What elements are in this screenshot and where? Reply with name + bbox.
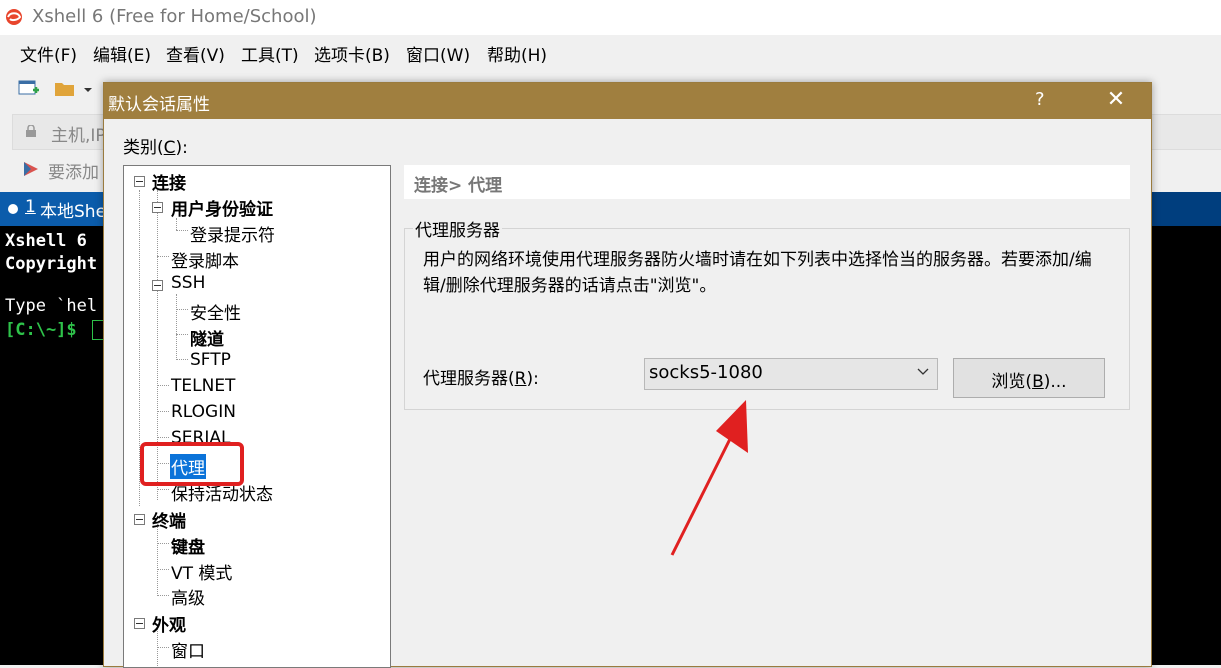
collapse-icon[interactable] [134,618,145,629]
tree-item-security[interactable]: 安全性 [190,299,241,324]
tree-line [157,489,169,490]
tree-item-login-prompts[interactable]: 登录提示符 [190,221,275,246]
tree-item-vt-modes[interactable]: VT 模式 [171,559,232,584]
tree-item-login-scripts[interactable]: 登录脚本 [171,247,239,272]
proxy-description: 用户的网络环境使用代理服务器防火墙时请在如下列表中选择恰当的服务器。若要添加/编… [423,250,1092,296]
collapse-icon[interactable] [152,280,163,291]
proxy-server-group: 代理服务器 用户的网络环境使用代理服务器防火墙时请在如下列表中选择恰当的服务器。… [404,216,1130,410]
breadcrumb-text: 连接> 代理 [414,176,503,196]
tree-item-appearance[interactable]: 外观 [152,611,186,636]
tree-line [157,256,169,257]
dialog-title: 默认会话属性 [108,95,210,115]
tab-label: 本地She [40,202,107,222]
tree-item-window[interactable]: 窗口 [171,637,205,662]
tree-line [157,595,169,596]
menu-window[interactable]: 窗口(W) [406,41,470,66]
xshell-logo-icon [6,9,22,25]
collapse-icon[interactable] [134,176,145,187]
menu-tools[interactable]: 工具(T) [241,41,299,66]
tree-line [176,359,188,360]
tab-status-icon [8,204,18,214]
bookmark-arrow-icon[interactable] [22,160,40,178]
open-folder-icon[interactable] [54,79,76,99]
tree-item-keyboard[interactable]: 键盘 [171,533,205,558]
tree-line [176,309,188,310]
app-title: Xshell 6 (Free for Home/School) [32,6,317,27]
breadcrumb: 连接> 代理 [404,165,1130,199]
terminal-line: Copyright [5,254,98,274]
tree-line [176,294,177,358]
chevron-down-icon[interactable] [82,79,94,99]
category-label: 类别(C): [123,138,188,158]
tree-item-ssh[interactable]: SSH [171,273,205,293]
proxy-server-label: 代理服务器(R): [423,369,539,389]
tree-line [157,524,158,596]
collapse-icon[interactable] [152,202,163,213]
new-session-icon[interactable] [18,79,40,99]
tree-line [157,385,169,386]
browse-button[interactable]: 浏览(B)... [953,358,1105,398]
tree-line [157,647,169,648]
menu-file[interactable]: 文件(F) [20,41,77,66]
terminal-line: Xshell 6 [5,231,87,251]
tree-item-telnet[interactable]: TELNET [171,376,235,396]
tab-number: 1 [25,197,36,217]
highlight-box [140,442,244,486]
tree-line [157,569,169,570]
menu-edit[interactable]: 编辑(E) [93,41,151,66]
menu-tabs[interactable]: 选项卡(B) [314,41,390,66]
tree-item-authentication[interactable]: 用户身份验证 [171,195,273,220]
address-placeholder: 主机,IP [51,126,106,146]
close-button[interactable]: ✕ [1102,87,1130,112]
lock-icon [26,125,36,137]
tree-line [157,411,169,412]
session-properties-dialog: 默认会话属性 ? ✕ 类别(C): 连接 用户身份验证 登录提示符 登录脚本 S… [103,82,1152,668]
app-titlebar: Xshell 6 (Free for Home/School) [0,0,1221,35]
tree-item-sftp[interactable]: SFTP [190,350,231,370]
links-text: 要添加 [48,163,99,183]
tree-item-rlogin[interactable]: RLOGIN [171,402,236,422]
tree-line [176,334,188,335]
help-button[interactable]: ? [1035,89,1045,110]
terminal-line: Type `hel [5,296,98,316]
tree-line [176,230,188,231]
browse-button-label: 浏览(B)... [991,372,1067,392]
proxy-server-select[interactable]: socks5-1080 [644,358,938,390]
menu-view[interactable]: 查看(V) [166,41,225,66]
dialog-titlebar[interactable]: 默认会话属性 ? ✕ [104,83,1151,119]
tree-item-terminal[interactable]: 终端 [152,507,186,532]
category-tree[interactable]: 连接 用户身份验证 登录提示符 登录脚本 SSH 安全性 隧道 SFTP TEL… [123,165,391,668]
tree-item-connection[interactable]: 连接 [152,169,186,194]
group-title: 代理服务器 [413,216,502,241]
chevron-down-icon [917,368,929,375]
terminal-prompt: [C:\~]$ [5,320,87,340]
collapse-icon[interactable] [134,514,145,525]
annotation-arrow-icon [670,400,748,556]
tree-line [157,543,169,544]
tree-line [157,437,169,438]
menu-help[interactable]: 帮助(H) [487,41,547,66]
menu-bar: 文件(F) 编辑(E) 查看(V) 工具(T) 选项卡(B) 窗口(W) 帮助(… [0,35,1221,69]
tree-item-advanced[interactable]: 高级 [171,584,205,609]
tree-item-tunneling[interactable]: 隧道 [190,325,224,350]
proxy-server-value: socks5-1080 [649,362,763,383]
